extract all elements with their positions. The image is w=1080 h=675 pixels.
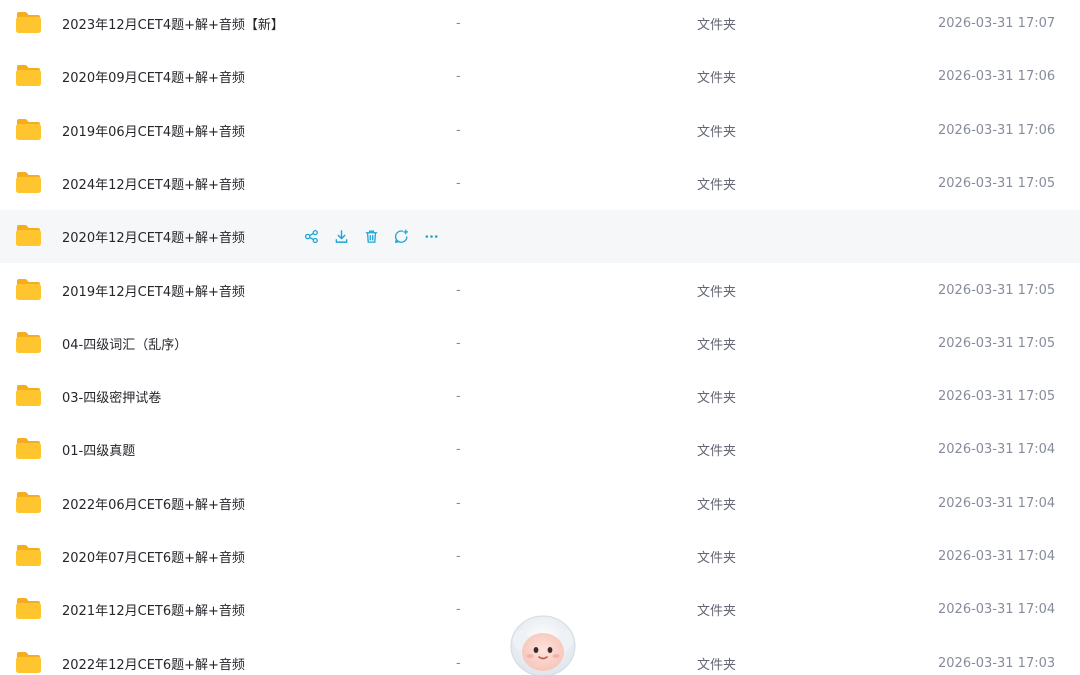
file-type: 文件夹 [697, 604, 737, 619]
file-size: - [456, 69, 461, 84]
file-name[interactable]: 03-四级密押试卷 [62, 387, 161, 406]
modified-date: 2026-03-31 17:07 [938, 16, 1056, 31]
file-size: - [456, 656, 461, 671]
file-type: 文件夹 [697, 18, 737, 33]
more-icon [424, 229, 439, 244]
file-row[interactable]: 04-四级词汇（乱序） - 文件夹 2026-03-31 17:05 [0, 317, 1080, 370]
file-size: - [456, 602, 461, 617]
modified-date: 2026-03-31 17:06 [938, 69, 1056, 84]
folder-icon [15, 650, 42, 674]
file-size: - [456, 389, 461, 404]
file-name[interactable]: 2020年12月CET4题+解+音频 [62, 227, 245, 246]
file-size: - [456, 16, 461, 31]
file-size: - [456, 123, 461, 138]
modified-date: 2026-03-31 17:03 [938, 656, 1056, 671]
folder-icon [15, 490, 42, 514]
more-button[interactable] [422, 227, 441, 246]
file-name[interactable]: 2021年12月CET6题+解+音频 [62, 600, 245, 619]
file-name[interactable]: 2019年12月CET4题+解+音频 [62, 281, 245, 300]
file-name[interactable]: 2020年07月CET6题+解+音频 [62, 547, 245, 566]
file-type: 文件夹 [697, 338, 737, 353]
delete-button[interactable] [362, 227, 381, 246]
modified-date: 2026-03-31 17:05 [938, 176, 1056, 191]
modified-date: 2026-03-31 17:04 [938, 602, 1056, 617]
file-size: - [456, 549, 461, 564]
file-row[interactable]: 01-四级真题 - 文件夹 2026-03-31 17:04 [0, 423, 1080, 476]
file-size: - [456, 283, 461, 298]
folder-icon [15, 596, 42, 620]
file-type: 文件夹 [697, 498, 737, 513]
file-type: 文件夹 [697, 71, 737, 86]
file-type: 文件夹 [697, 125, 737, 140]
share-icon [304, 229, 319, 244]
file-row[interactable]: 2020年07月CET6题+解+音频 - 文件夹 2026-03-31 17:04 [0, 530, 1080, 583]
file-row[interactable]: 2020年09月CET4题+解+音频 - 文件夹 2026-03-31 17:06 [0, 50, 1080, 103]
file-name[interactable]: 2019年06月CET4题+解+音频 [62, 121, 245, 140]
file-row[interactable]: 03-四级密押试卷 - 文件夹 2026-03-31 17:05 [0, 370, 1080, 423]
folder-icon [15, 223, 42, 247]
file-size: - [456, 442, 461, 457]
folder-icon [15, 117, 42, 141]
file-name[interactable]: 2024年12月CET4题+解+音频 [62, 174, 245, 193]
ai-chat-icon [394, 229, 409, 244]
modified-date: 2026-03-31 17:05 [938, 283, 1056, 298]
file-name[interactable]: 2020年09月CET4题+解+音频 [62, 67, 245, 86]
file-name[interactable]: 01-四级真题 [62, 440, 135, 459]
file-size: - [456, 336, 461, 351]
folder-icon [15, 436, 42, 460]
file-name[interactable]: 2022年12月CET6题+解+音频 [62, 654, 245, 673]
file-size: - [456, 176, 461, 191]
file-size: - [456, 496, 461, 511]
file-type: 文件夹 [697, 551, 737, 566]
file-type: 文件夹 [697, 658, 737, 673]
file-row[interactable]: 2020年12月CET4题+解+音频 [0, 210, 1080, 263]
modified-date: 2026-03-31 17:04 [938, 442, 1056, 457]
folder-icon [15, 543, 42, 567]
download-icon [334, 229, 349, 244]
folder-icon [15, 277, 42, 301]
file-list: 2023年12月CET4题+解+音频【新】 - 文件夹 2026-03-31 17:0… [0, 0, 1080, 675]
folder-icon [15, 10, 42, 34]
assistant-mascot-icon[interactable] [506, 614, 580, 675]
file-name[interactable]: 04-四级词汇（乱序） [62, 334, 187, 353]
share-button[interactable] [302, 227, 321, 246]
folder-icon [15, 63, 42, 87]
delete-icon [364, 229, 379, 244]
file-row[interactable]: 2023年12月CET4题+解+音频【新】 - 文件夹 2026-03-31 17:0… [0, 0, 1080, 50]
file-type: 文件夹 [697, 178, 737, 193]
file-row[interactable]: 2022年06月CET6题+解+音频 - 文件夹 2026-03-31 17:04 [0, 477, 1080, 530]
download-button[interactable] [332, 227, 351, 246]
modified-date: 2026-03-31 17:05 [938, 336, 1056, 351]
ai-chat-button[interactable] [392, 227, 411, 246]
file-type: 文件夹 [697, 391, 737, 406]
file-name[interactable]: 2022年06月CET6题+解+音频 [62, 494, 245, 513]
row-actions [302, 227, 441, 246]
modified-date: 2026-03-31 17:04 [938, 496, 1056, 511]
folder-icon [15, 330, 42, 354]
folder-icon [15, 383, 42, 407]
modified-date: 2026-03-31 17:04 [938, 549, 1056, 564]
file-type: 文件夹 [697, 285, 737, 300]
file-row[interactable]: 2019年12月CET4题+解+音频 - 文件夹 2026-03-31 17:05 [0, 264, 1080, 317]
modified-date: 2026-03-31 17:05 [938, 389, 1056, 404]
file-name[interactable]: 2023年12月CET4题+解+音频【新】 [62, 14, 284, 33]
file-row[interactable]: 2019年06月CET4题+解+音频 - 文件夹 2026-03-31 17:06 [0, 104, 1080, 157]
file-row[interactable]: 2024年12月CET4题+解+音频 - 文件夹 2026-03-31 17:05 [0, 157, 1080, 210]
folder-icon [15, 170, 42, 194]
modified-date: 2026-03-31 17:06 [938, 123, 1056, 138]
file-type: 文件夹 [697, 444, 737, 459]
